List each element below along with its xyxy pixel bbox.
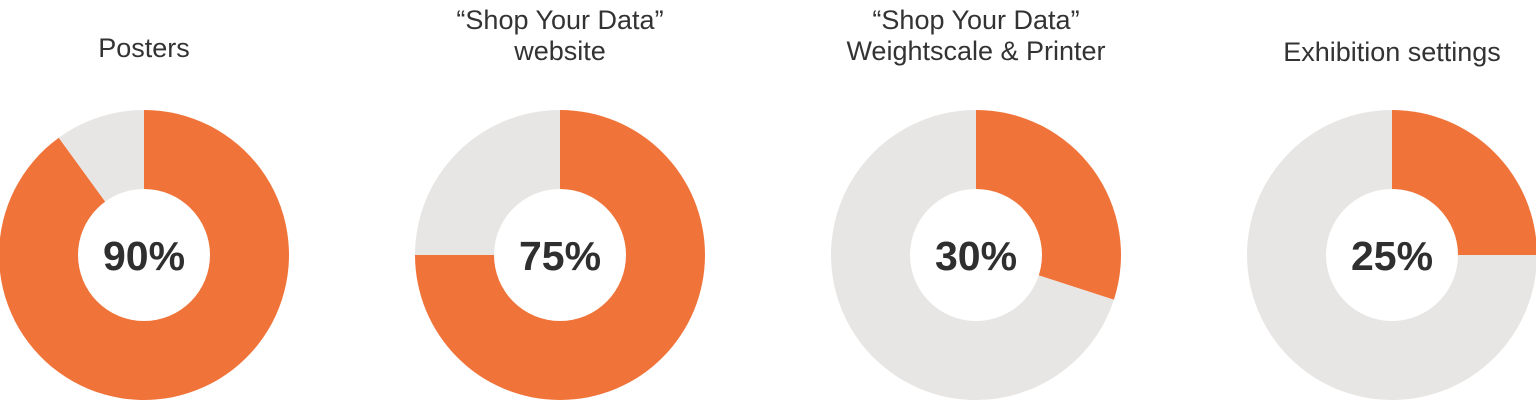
percent-label: 30% (935, 233, 1017, 279)
donut-chart-posters: Posters 90% (0, 0, 294, 400)
chart-title-line-2: website (514, 36, 606, 66)
percent-label: 75% (519, 233, 601, 279)
chart-title-line-1: Posters (98, 33, 190, 63)
chart-title: “Shop Your Data” Weightscale & Printer (826, 5, 1126, 67)
donut-chart-weightscale-printer: “Shop Your Data” Weightscale & Printer 3… (826, 0, 1126, 400)
percent-label: 25% (1351, 233, 1433, 279)
chart-title: Posters (0, 33, 294, 64)
chart-title-line-1: Exhibition settings (1283, 37, 1501, 67)
donut-svg: 90% (0, 110, 289, 400)
donut-svg: 30% (830, 109, 1121, 400)
chart-title-line-1: “Shop Your Data” (872, 5, 1080, 35)
donut-svg: 25% (1247, 110, 1536, 400)
chart-title: “Shop Your Data” website (410, 5, 710, 67)
donut-chart-exhibition-settings: Exhibition settings 25% (1242, 0, 1536, 400)
chart-title-line-1: “Shop Your Data” (456, 5, 664, 35)
donut-chart-website: “Shop Your Data” website 75% (410, 0, 710, 400)
donut-svg: 75% (415, 110, 705, 400)
chart-title: Exhibition settings (1242, 37, 1536, 68)
percent-label: 90% (103, 233, 185, 279)
chart-title-line-2: Weightscale & Printer (846, 36, 1106, 66)
